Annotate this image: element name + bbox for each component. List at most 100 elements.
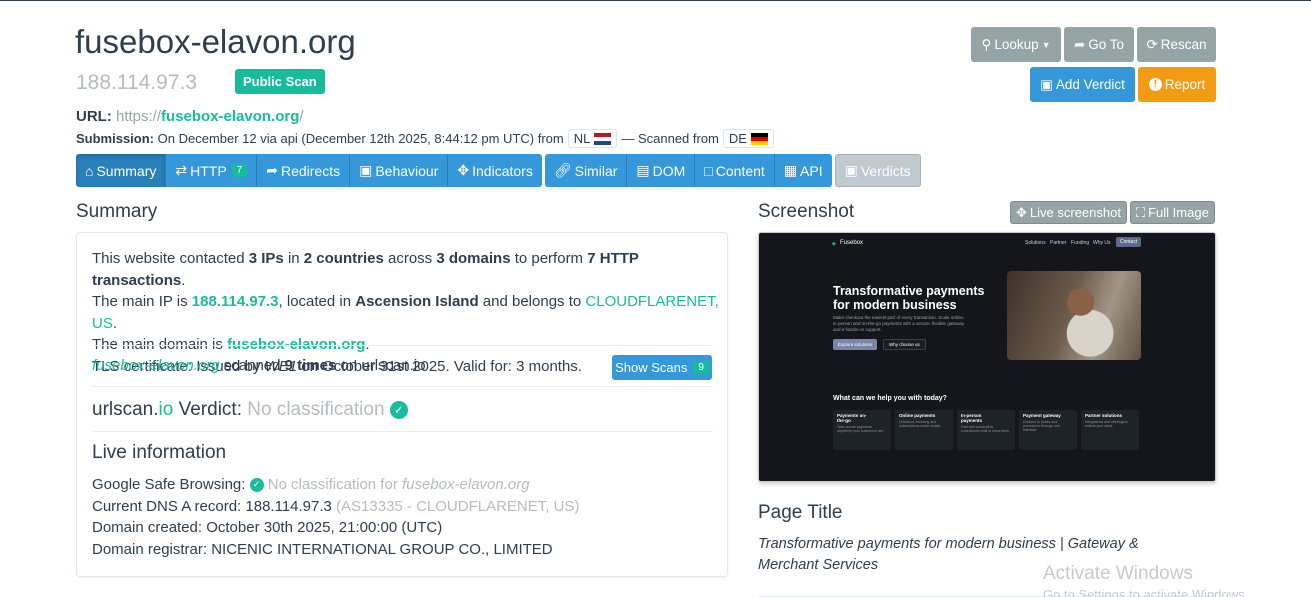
scan-count-badge: 9 bbox=[693, 361, 709, 374]
tab-label: Content bbox=[715, 162, 765, 179]
shot-contact: Contact bbox=[1116, 237, 1142, 247]
show-scans-button[interactable]: Show Scans 9 bbox=[612, 355, 712, 380]
add-verdict-button[interactable]: ▣ Add Verdict bbox=[1030, 67, 1135, 102]
tab-label: Similar bbox=[574, 162, 618, 179]
goto-button[interactable]: ➦ Go To bbox=[1064, 27, 1134, 62]
verdict-line: urlscan.io Verdict: No classification ✓ bbox=[92, 399, 408, 421]
shot-hero-photo bbox=[1007, 271, 1141, 360]
report-button[interactable]: ! Report bbox=[1138, 67, 1216, 102]
public-scan-badge: Public Scan bbox=[235, 69, 325, 94]
scanned-from-text: — Scanned from bbox=[621, 131, 719, 146]
shot-nav-item: Funding bbox=[1071, 240, 1090, 246]
page-title-heading: Page Title bbox=[758, 502, 843, 523]
live-screenshot-button[interactable]: ✥ Live screenshot bbox=[1010, 201, 1127, 224]
page-title: fusebox-elavon.org bbox=[75, 23, 356, 60]
shot-cta-primary: Explore solutions bbox=[833, 339, 878, 350]
registrar-line: Domain registrar: NICENIC INTERNATIONAL … bbox=[92, 540, 553, 558]
summary-panel: This website contacted 3 IPs in 2 countr… bbox=[76, 232, 728, 577]
tab-label: Redirects bbox=[280, 162, 341, 179]
main-ip-link[interactable]: 188.114.97.3 bbox=[192, 293, 279, 310]
home-icon: ⌂ bbox=[85, 162, 94, 179]
tab-label: Indicators bbox=[472, 162, 533, 179]
full-image-button[interactable]: ⛶ Full Image bbox=[1130, 201, 1215, 224]
comment-icon: ▣ bbox=[359, 162, 373, 178]
tab-label: Behaviour bbox=[375, 162, 439, 179]
share-icon: ➦ bbox=[1073, 36, 1086, 52]
full-image-label: Full Image bbox=[1148, 205, 1209, 220]
file-icon: □ bbox=[704, 162, 713, 179]
activate-windows-subtext: Go to Settings to activate Windows. bbox=[1043, 587, 1249, 597]
shot-hero-line: for modern business bbox=[833, 298, 957, 312]
shot-brand: Fusebox bbox=[840, 240, 864, 246]
url-scheme: https:// bbox=[116, 108, 162, 125]
url-host-link[interactable]: fusebox-elavon.org bbox=[161, 108, 299, 125]
comment-icon: ▣ bbox=[1040, 76, 1053, 92]
shot-card: Partner solutions Integrations and offer… bbox=[1081, 410, 1139, 450]
check-circle-icon: ✓ bbox=[389, 400, 408, 419]
tab-indicators[interactable]: ✥ Indicators bbox=[448, 154, 542, 187]
exclamation-icon: ! bbox=[1148, 78, 1162, 91]
shot-nav-item: Solutions bbox=[1025, 240, 1046, 246]
tab-api[interactable]: ▦ API bbox=[774, 154, 832, 187]
summary-line-1: This website contacted 3 IPs in 2 countr… bbox=[92, 250, 639, 289]
caret-down-icon: ▼ bbox=[1041, 39, 1051, 50]
scanned-country[interactable]: DE bbox=[722, 129, 774, 148]
shot-card: In-person payments Fast and contactless … bbox=[957, 410, 1015, 450]
tab-summary[interactable]: ⌂ Summary bbox=[76, 154, 167, 187]
shot-hero-sub: and a hands-on support. bbox=[833, 327, 882, 332]
tab-bar: ⌂ Summary ⇄ HTTP 7 ➦ Redirects ▣ Behaviour ✥ I… bbox=[76, 154, 921, 187]
show-scans-label: Show Scans bbox=[615, 360, 688, 375]
tab-behaviour[interactable]: ▣ Behaviour bbox=[350, 154, 449, 187]
domain-created-line: Domain created: October 30th 2025, 21:00… bbox=[92, 519, 443, 536]
list-icon: ▤ bbox=[636, 162, 650, 178]
link-icon: 🔗︎ bbox=[553, 162, 572, 178]
live-info-heading: Live information bbox=[92, 442, 227, 463]
tab-label: Verdicts bbox=[860, 162, 911, 179]
search-icon: ⚲ bbox=[981, 36, 992, 52]
rescan-button[interactable]: ⟳ Rescan bbox=[1137, 27, 1216, 62]
report-label: Report bbox=[1164, 77, 1206, 92]
tab-label: Summary bbox=[96, 162, 157, 179]
submission-country[interactable]: NL bbox=[567, 129, 618, 148]
country-code: DE bbox=[728, 131, 747, 146]
tab-redirects[interactable]: ➦ Redirects bbox=[257, 154, 351, 187]
qrcode-icon: ▦ bbox=[783, 162, 798, 178]
submission-label: Submission: bbox=[76, 131, 155, 146]
tab-group-secondary: 🔗︎ Similar ▤ DOM □ Content ▦ API bbox=[544, 154, 832, 187]
scan-count-line: fusebox-elavon.org scanned 9 times on ur… bbox=[92, 357, 426, 374]
country-code: NL bbox=[573, 131, 591, 146]
verdict-value: No classification bbox=[247, 399, 385, 420]
tab-http[interactable]: ⇄ HTTP 7 bbox=[166, 154, 258, 187]
tab-group-verdicts: ▣ Verdicts bbox=[834, 154, 921, 187]
dns-line: Current DNS A record: 188.114.97.3 (AS13… bbox=[92, 497, 580, 515]
url-path: / bbox=[299, 108, 304, 125]
lookup-button[interactable]: ⚲ Lookup ▼ bbox=[971, 27, 1061, 62]
shot-nav-item: Partner bbox=[1050, 240, 1067, 246]
screenshot-heading: Screenshot bbox=[758, 201, 855, 222]
shot-card: Payments on-the-go Take secure payments … bbox=[833, 410, 891, 450]
tab-label: API bbox=[800, 162, 823, 179]
shot-hero-line: Transformative payments bbox=[833, 284, 985, 298]
submission-text: On December 12 via api (December 12th 20… bbox=[157, 131, 564, 146]
shot-nav-item: Why Us bbox=[1093, 240, 1111, 246]
refresh-icon: ⟳ bbox=[1146, 36, 1158, 52]
shot-card: Payment gateway Connect to banks and pro… bbox=[1019, 410, 1077, 450]
shot-hero-sub: Make checkout the easiest part of every … bbox=[833, 315, 965, 320]
tab-similar[interactable]: 🔗︎ Similar bbox=[544, 154, 628, 187]
scanned-domain-link[interactable]: fusebox-elavon.org bbox=[92, 357, 220, 374]
submission-line: Submission: On December 12 via api (Dece… bbox=[76, 129, 778, 148]
rescan-label: Rescan bbox=[1160, 37, 1207, 52]
website-screenshot[interactable]: ◆ Fusebox Solutions Partner Funding Why … bbox=[758, 232, 1216, 482]
divider bbox=[92, 431, 713, 432]
divider bbox=[92, 345, 713, 346]
tab-verdicts[interactable]: ▣ Verdicts bbox=[834, 154, 921, 187]
goto-label: Go To bbox=[1088, 37, 1125, 52]
tab-dom[interactable]: ▤ DOM bbox=[627, 154, 696, 187]
activate-windows-watermark: Activate Windows bbox=[1043, 563, 1193, 584]
tab-content[interactable]: □ Content bbox=[695, 154, 775, 187]
divider bbox=[92, 386, 713, 387]
de-flag-icon bbox=[750, 132, 768, 145]
add-verdict-label: Add Verdict bbox=[1055, 77, 1125, 92]
exchange-icon: ⇄ bbox=[175, 162, 188, 178]
url-line: URL: https://fusebox-elavon.org/ bbox=[76, 108, 304, 125]
